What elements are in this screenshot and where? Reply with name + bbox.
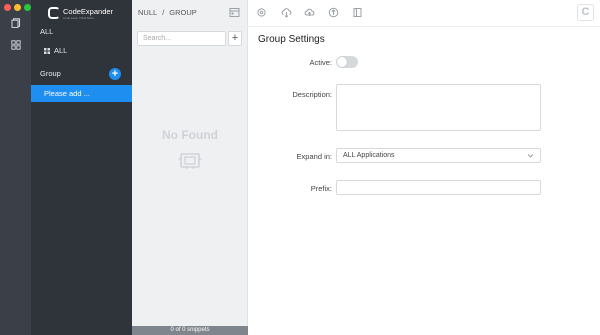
description-label: Description: <box>292 90 332 99</box>
sidebar-item-group[interactable]: Please add ... <box>31 85 132 102</box>
expand-in-label: Expand in: <box>296 152 332 161</box>
prefix-field[interactable] <box>336 180 541 195</box>
add-snippet-button[interactable]: + <box>228 31 242 46</box>
codeexpander-logo-icon <box>48 7 60 19</box>
toggle-knob <box>337 57 347 67</box>
active-toggle[interactable] <box>336 56 358 68</box>
breadcrumb-current: GROUP <box>169 8 197 17</box>
active-label: Active: <box>309 58 332 67</box>
chevron-down-icon <box>527 152 534 159</box>
page-title: Group Settings <box>258 34 325 45</box>
prefix-label: Prefix: <box>310 184 332 193</box>
expand-in-value: ALL Applications <box>343 152 395 159</box>
search-input[interactable]: Search... <box>137 31 226 46</box>
description-field[interactable] <box>336 84 541 131</box>
grid-icon <box>44 47 50 54</box>
all-heading: ALL <box>40 27 54 36</box>
cloud-download-icon[interactable] <box>281 7 292 18</box>
snippet-count-status: 0 of 0 snippets <box>132 326 248 335</box>
empty-box-icon <box>178 151 202 169</box>
expand-in-select[interactable]: ALL Applications <box>336 148 541 163</box>
app-logo: CodeExpander Code Less, Think More <box>48 5 113 21</box>
minimize-window-button[interactable] <box>14 4 21 11</box>
app-name: CodeExpander <box>63 6 114 16</box>
add-group-button[interactable]: + <box>109 68 121 80</box>
icon-rail <box>0 0 31 335</box>
book-icon[interactable] <box>352 7 363 18</box>
app-tagline: Code Less, Think More <box>63 15 94 20</box>
apps-grid-icon[interactable] <box>11 40 21 50</box>
group-heading: Group <box>40 69 61 78</box>
empty-state-text: No Found <box>162 128 218 142</box>
upload-icon[interactable] <box>328 7 339 18</box>
breadcrumb: NULL / GROUP <box>138 8 197 17</box>
sidebar-item-all[interactable]: ALL <box>44 46 67 55</box>
breadcrumb-separator: / <box>162 8 165 17</box>
snippets-icon[interactable] <box>11 18 21 28</box>
maximize-window-button[interactable] <box>24 4 31 11</box>
sidebar-item-label: ALL <box>54 46 68 55</box>
breadcrumb-root[interactable]: NULL <box>138 8 157 17</box>
settings-icon[interactable] <box>256 7 267 18</box>
snippet-preview-icon[interactable] <box>229 7 240 18</box>
brand-badge-icon[interactable]: C <box>577 4 594 21</box>
groups-sidebar: CodeExpander Code Less, Think More ALL A… <box>31 0 132 335</box>
toolbar-divider <box>132 26 600 27</box>
cloud-upload-icon[interactable] <box>304 7 315 18</box>
close-window-button[interactable] <box>4 4 11 11</box>
